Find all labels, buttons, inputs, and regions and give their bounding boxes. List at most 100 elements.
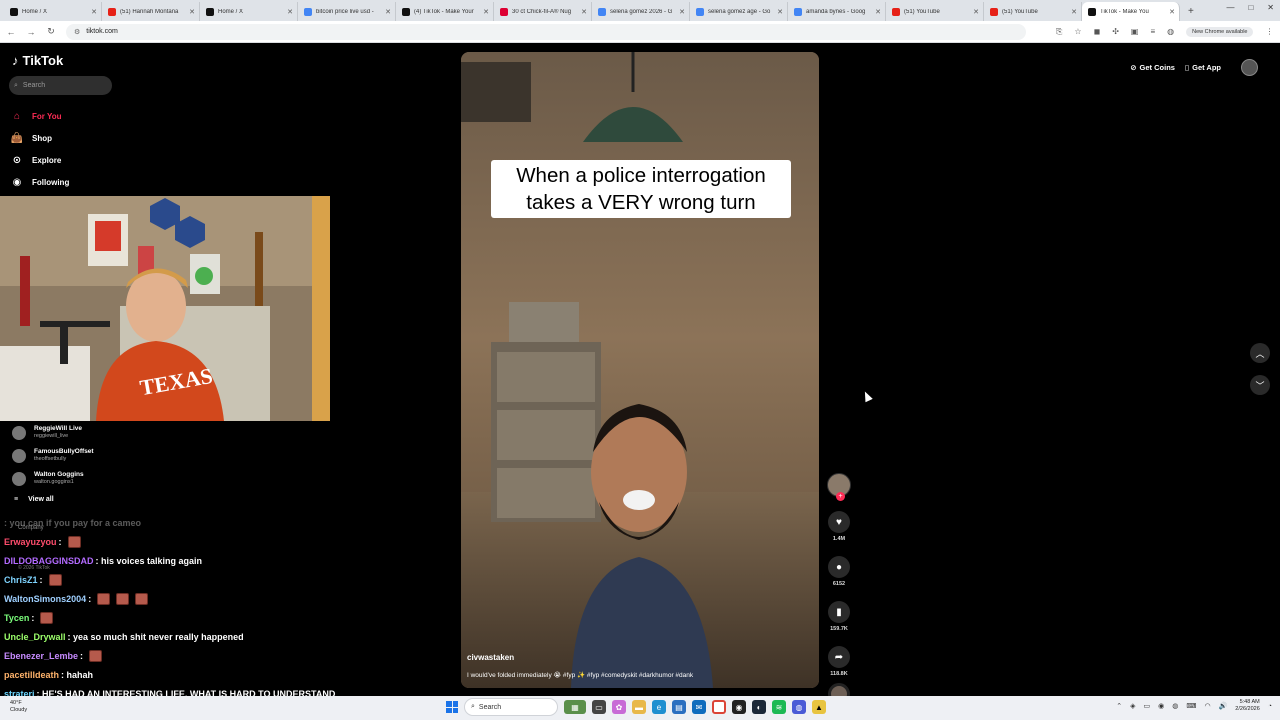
- tab-close-icon[interactable]: ✕: [91, 8, 97, 16]
- browser-tab[interactable]: (51) YouTube ✕: [984, 2, 1082, 21]
- language-icon[interactable]: ⌨: [1186, 702, 1196, 710]
- tray-app-icon[interactable]: ▭: [1144, 702, 1151, 710]
- video-player[interactable]: When a police interrogation takes a VERY…: [461, 52, 819, 688]
- file-explorer-icon[interactable]: ▬: [632, 700, 646, 714]
- install-app-icon[interactable]: ⎘: [1056, 27, 1062, 37]
- browser-tab[interactable]: TikTok - Make You ✕: [1082, 2, 1180, 21]
- browser-tab[interactable]: Home / X ✕: [200, 2, 298, 21]
- chrome-icon[interactable]: [712, 700, 726, 714]
- copilot-icon[interactable]: ✿: [612, 700, 626, 714]
- get-app-button[interactable]: ▯ Get App: [1185, 63, 1221, 72]
- tab-favicon-icon: [892, 7, 900, 16]
- forward-icon[interactable]: →: [26, 27, 36, 37]
- creator-avatar[interactable]: +: [827, 473, 851, 501]
- search-input[interactable]: ⌕ Search: [9, 76, 112, 95]
- get-coins-button[interactable]: ⊘ Get Coins: [1130, 63, 1175, 72]
- browser-tab[interactable]: (4) TikTok - Make Your ✕: [396, 2, 494, 21]
- home-icon: ⌂: [13, 110, 21, 122]
- tab-close-icon[interactable]: ✕: [287, 8, 293, 16]
- notifications-icon[interactable]: ◔: [1268, 703, 1272, 710]
- tray-app-icon[interactable]: ◉: [1158, 702, 1164, 710]
- reload-icon[interactable]: ↻: [46, 26, 56, 37]
- close-window-icon[interactable]: ✕: [1267, 3, 1274, 12]
- steam-icon[interactable]: ◐: [752, 700, 766, 714]
- save-button[interactable]: ▮: [828, 601, 850, 623]
- browser-tab[interactable]: selena gomez age - Go ✕: [690, 2, 788, 21]
- following-account-item[interactable]: FamousBullyOffset theoffsetbully: [12, 444, 212, 467]
- browser-tab[interactable]: bitcoin price live usd - ✕: [298, 2, 396, 21]
- browser-tab[interactable]: (51) YouTube ✕: [886, 2, 984, 21]
- tab-favicon-icon: [696, 7, 704, 16]
- wifi-icon[interactable]: ◠: [1204, 702, 1210, 710]
- address-bar[interactable]: ⚙ tiktok.com: [66, 23, 1026, 40]
- sidebar-item-explore[interactable]: ⊙ Explore: [10, 149, 130, 171]
- get-coins-label: Get Coins: [1139, 63, 1175, 72]
- bookmark-star-icon[interactable]: ☆: [1074, 27, 1081, 36]
- menu-kebab-icon[interactable]: ⋮: [1265, 27, 1273, 36]
- obs-icon[interactable]: ◉: [732, 700, 746, 714]
- taskbar-search[interactable]: ⌕ Search: [464, 698, 558, 716]
- follow-plus-icon[interactable]: +: [836, 492, 845, 501]
- spotify-icon[interactable]: ≋: [772, 700, 786, 714]
- outlook-icon[interactable]: ✉: [692, 700, 706, 714]
- sidebar-item-shop[interactable]: 👜 Shop: [10, 127, 130, 149]
- chat-username: ChrisZ1: [4, 574, 38, 585]
- extension-icon[interactable]: ◼: [1094, 27, 1101, 36]
- tab-close-icon[interactable]: ✕: [1169, 8, 1175, 16]
- microsoft-store-icon[interactable]: ▤: [672, 700, 686, 714]
- tiktok-logo[interactable]: ♪ TikTok: [12, 53, 63, 68]
- tab-close-icon[interactable]: ✕: [777, 8, 783, 16]
- chat-message-text: :: [80, 650, 84, 661]
- media-controls-icon[interactable]: ≡: [1150, 27, 1155, 36]
- warning-app-icon[interactable]: ▲: [812, 700, 826, 714]
- get-app-label: Get App: [1192, 63, 1221, 72]
- tray-app-icon[interactable]: ◈: [1130, 702, 1135, 710]
- minimize-icon[interactable]: —: [1226, 3, 1234, 12]
- maximize-icon[interactable]: □: [1248, 3, 1253, 12]
- tab-close-icon[interactable]: ✕: [483, 8, 489, 16]
- extensions-puzzle-icon[interactable]: ✣: [1112, 27, 1119, 36]
- view-all-following-link[interactable]: ≡ View all: [12, 490, 212, 508]
- sidebar-icon[interactable]: ▣: [1131, 27, 1139, 36]
- back-icon[interactable]: ←: [6, 27, 16, 37]
- user-profile-avatar[interactable]: [1241, 59, 1258, 76]
- tab-close-icon[interactable]: ✕: [679, 8, 685, 16]
- previous-video-button[interactable]: ︿: [1250, 343, 1270, 363]
- browser-tab[interactable]: (51) Hannah Montana ✕: [102, 2, 200, 21]
- sidebar-item-following[interactable]: ◉ Following: [10, 171, 130, 193]
- weather-widget[interactable]: 40°F Cloudy: [10, 700, 27, 714]
- browser-tab[interactable]: 30 ct Chick-fil-A® Nug ✕: [494, 2, 592, 21]
- following-account-item[interactable]: ReggieWill Live reggiewill_live: [12, 421, 212, 444]
- comment-button[interactable]: ●: [828, 556, 850, 578]
- tab-close-icon[interactable]: ✕: [1071, 8, 1077, 16]
- new-tab-button[interactable]: +: [1180, 2, 1202, 21]
- browser-tab[interactable]: Home / X ✕: [4, 2, 102, 21]
- system-tray: ⌃ ◈ ▭ ◉ ◍ ⌨ ◠ 🔊 5:48 AM 2/26/2026 ◔: [1116, 699, 1272, 713]
- share-button[interactable]: ➦: [828, 646, 850, 668]
- widgets-icon[interactable]: ▦: [564, 700, 586, 714]
- app-icon[interactable]: ◍: [792, 700, 806, 714]
- tab-close-icon[interactable]: ✕: [189, 8, 195, 16]
- browser-tab[interactable]: selena gomez 2026 - G ✕: [592, 2, 690, 21]
- tab-close-icon[interactable]: ✕: [385, 8, 391, 16]
- chrome-update-button[interactable]: New Chrome available: [1186, 26, 1254, 37]
- edge-browser-icon[interactable]: e: [652, 700, 666, 714]
- tab-close-icon[interactable]: ✕: [973, 8, 979, 16]
- sidebar-item-for-you[interactable]: ⌂ For You: [10, 105, 130, 127]
- task-view-icon[interactable]: ▭: [592, 700, 606, 714]
- video-author-username[interactable]: civwastaken: [467, 653, 514, 662]
- clock[interactable]: 5:48 AM 2/26/2026: [1235, 699, 1259, 713]
- like-button[interactable]: ♥: [828, 511, 850, 533]
- site-info-icon[interactable]: ⚙: [74, 28, 80, 36]
- volume-icon[interactable]: 🔊: [1219, 702, 1228, 710]
- tab-close-icon[interactable]: ✕: [875, 8, 881, 16]
- tray-app-icon[interactable]: ◍: [1172, 702, 1178, 710]
- profile-icon[interactable]: ◍: [1167, 27, 1174, 36]
- tray-chevron-icon[interactable]: ⌃: [1116, 702, 1122, 710]
- next-video-button[interactable]: ﹀: [1250, 375, 1270, 395]
- following-account-item[interactable]: Walton Goggins walton.goggins1: [12, 467, 212, 490]
- browser-tab[interactable]: amanda bynes - Goog ✕: [788, 2, 886, 21]
- tab-close-icon[interactable]: ✕: [581, 8, 587, 16]
- windows-start-icon[interactable]: [446, 701, 458, 713]
- tab-title: (51) YouTube: [904, 8, 940, 15]
